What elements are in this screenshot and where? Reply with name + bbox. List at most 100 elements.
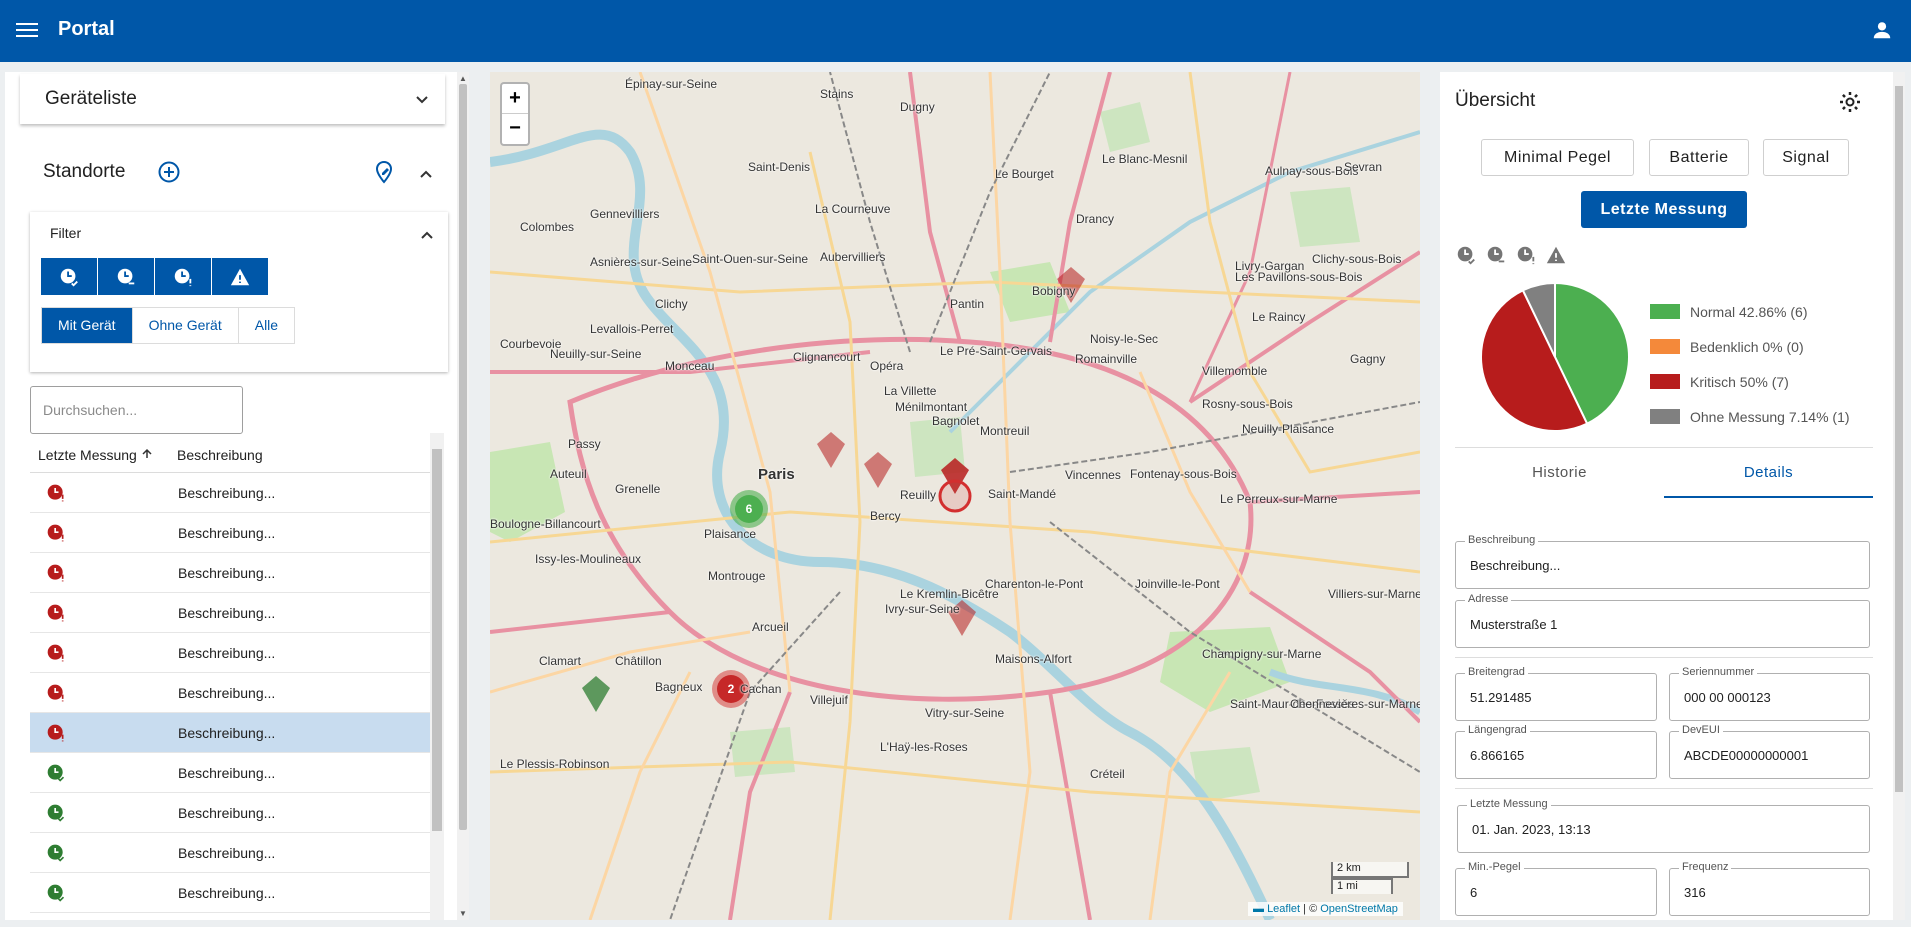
legend-item[interactable]: Kritisch 50% (7) [1650,364,1850,399]
map-view[interactable]: 6 2 Épinay-sur-Seine Stains Dugny Saint-Den… [490,72,1420,920]
divider [1455,657,1873,658]
column-description[interactable]: Beschreibung [177,447,263,463]
clock-check-icon[interactable] [41,258,98,295]
map-place-label: Villiers-sur-Marne [1328,587,1420,601]
selected-location-ring[interactable] [938,479,972,513]
map-place-label: Le Bourget [995,167,1054,181]
map-place-label: Fontenay-sous-Bois [1130,467,1237,481]
map-place-label: Pantin [950,297,985,311]
legend-swatch [1650,374,1680,389]
frequency-field[interactable]: Frequenz 316 [1669,861,1870,916]
legend-item[interactable]: Normal 42.86% (6) [1650,294,1850,329]
table-row[interactable]: Beschreibung... [30,873,430,913]
table-header: Letzte Messung Beschreibung [30,433,430,473]
column-last-measurement[interactable]: Letzte Messung [38,447,153,463]
table-row[interactable]: Beschreibung... [30,473,430,513]
map-place-label: Monceau [665,359,715,373]
map-place-label: Maisons-Alfort [995,652,1072,666]
legend-item[interactable]: Ohne Messung 7.14% (1) [1650,399,1850,434]
longitude-field[interactable]: Längengrad 6.866165 [1455,724,1657,779]
map-place-label: Boulogne-Billancourt [490,517,601,531]
map-place-label: Vitry-sur-Seine [925,706,1005,720]
legend-item[interactable]: Bedenklich 0% (0) [1650,329,1850,364]
cluster-normal[interactable]: 6 [730,490,768,528]
signal-button[interactable]: Signal [1763,139,1849,176]
min-level-field[interactable]: Min.-Pegel 6 [1455,861,1657,916]
map-place-label: Plaisance [704,527,757,541]
min-level-button[interactable]: Minimal Pegel [1481,139,1634,176]
edit-location-icon[interactable] [372,160,396,189]
table-row[interactable]: Beschreibung... [30,833,430,873]
clock-minus-icon[interactable] [98,258,155,295]
zoom-in-button[interactable]: + [502,84,528,114]
device-list-accordion[interactable]: Geräteliste [20,74,445,124]
map-place-label: Épinay-sur-Seine [625,77,718,91]
locations-table: Letzte Messung Beschreibung Beschreibung… [30,433,430,920]
gear-icon[interactable] [1838,90,1862,119]
table-row[interactable]: Beschreibung... [30,593,430,633]
legend-swatch [1650,339,1680,354]
map-place-label: Paris [758,466,795,483]
last-measurement-button[interactable]: Letzte Messung [1581,191,1747,228]
chevron-down-icon[interactable] [415,92,429,110]
filter-panel: Filter Mit Gerät Ohne Gerät Alle [30,212,448,372]
map-place-label: Clichy [655,297,688,311]
clock-alert-icon [46,563,66,588]
table-row[interactable]: Beschreibung... [30,713,430,753]
menu-icon[interactable] [16,20,38,42]
tab-details[interactable]: Details [1664,448,1873,498]
clock-alert-icon [46,603,66,628]
legend-swatch [1650,304,1680,319]
warning-icon[interactable] [212,258,269,295]
chevron-up-icon[interactable] [420,227,434,245]
map-place-label: Cachan [740,682,782,696]
table-row[interactable]: Beschreibung... [30,793,430,833]
overview-title: Übersicht [1455,90,1536,111]
map-place-label: Gagny [1350,352,1386,366]
left-panel-scrollbar[interactable]: ▲ ▼ [457,72,469,920]
description-field[interactable]: Beschreibung Beschreibung... [1455,534,1870,589]
right-panel-scrollbar[interactable] [1893,72,1905,920]
deveui-field[interactable]: DevEUI ABCDE00000000001 [1669,724,1870,779]
map-place-label: Charenton-le-Pont [985,577,1084,591]
segment-without-device[interactable]: Ohne Gerät [132,308,239,343]
map-place-label: Stains [820,87,854,101]
battery-button[interactable]: Batterie [1649,139,1749,176]
status-pie-chart [1480,282,1630,432]
table-scrollbar[interactable] [430,433,444,920]
row-description: Beschreibung... [178,765,276,781]
clock-alert-icon [46,643,66,668]
map-place-label: Gennevilliers [590,207,660,221]
last-measurement-field[interactable]: Letzte Messung 01. Jan. 2023, 13:13 [1457,798,1870,853]
map-place-label: Colombes [520,220,575,234]
segment-with-device[interactable]: Mit Gerät [42,308,133,343]
table-row[interactable]: Beschreibung... [30,673,430,713]
latitude-field[interactable]: Breitengrad 51.291485 [1455,666,1657,721]
tab-history[interactable]: Historie [1455,448,1664,498]
map-place-label: Joinville-le-Pont [1135,577,1220,591]
serial-number-field[interactable]: Seriennummer 000 00 000123 [1669,666,1870,721]
table-row[interactable]: Beschreibung... [30,553,430,593]
address-field[interactable]: Adresse Musterstraße 1 [1455,593,1870,648]
map-place-label: Chennevières-sur-Marne [1290,697,1420,711]
locations-title: Standorte [43,161,126,182]
map-place-label: Passy [568,437,601,451]
app-title: Portal [58,18,115,40]
leaflet-link[interactable]: ▬ Leaflet [1253,903,1300,915]
map-place-label: Le Perreux-sur-Marne [1220,492,1338,506]
clock-alert-icon[interactable] [155,258,212,295]
add-circle-icon[interactable] [157,160,181,189]
status-filter-group [41,258,269,295]
map-place-label: Aubervilliers [820,250,886,264]
sort-arrow-up-icon[interactable] [141,448,153,460]
osm-link[interactable]: OpenStreetMap [1320,903,1398,915]
account-icon[interactable] [1871,19,1893,41]
segment-all[interactable]: Alle [238,308,295,343]
search-input[interactable] [30,386,243,434]
row-description: Beschreibung... [178,605,276,621]
table-row[interactable]: Beschreibung... [30,753,430,793]
zoom-out-button[interactable]: − [502,114,528,144]
table-row[interactable]: Beschreibung... [30,513,430,553]
table-row[interactable]: Beschreibung... [30,633,430,673]
chevron-up-icon[interactable] [419,166,433,184]
